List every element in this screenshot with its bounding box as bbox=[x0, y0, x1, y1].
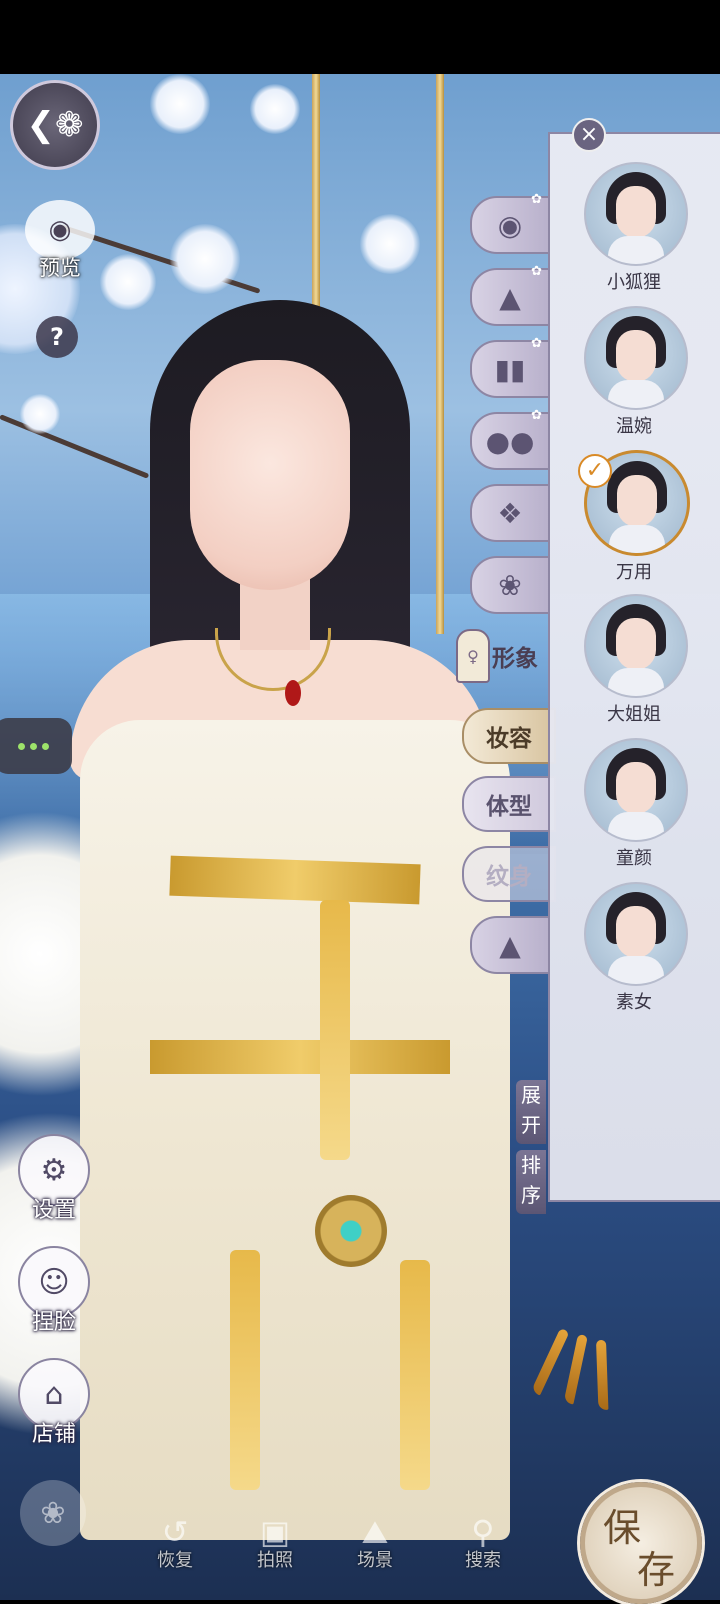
paw-icon: ✿ bbox=[531, 336, 542, 351]
lotus-button[interactable]: ❀ bbox=[20, 1480, 86, 1546]
makeup-tab[interactable]: 妆容 bbox=[462, 708, 556, 764]
camera-icon: ▣ bbox=[259, 1513, 291, 1551]
tattoo-tab[interactable]: 纹身 bbox=[462, 846, 556, 902]
preset-avatar bbox=[584, 594, 688, 698]
butterfly-back-icon: ❮❁ bbox=[26, 105, 84, 145]
sort-button[interactable]: 排序 bbox=[516, 1150, 546, 1214]
preset-name: 童颜 bbox=[616, 848, 652, 869]
bell-accessory-icon: ❖ bbox=[497, 496, 523, 530]
preset-item[interactable]: 大姐姐 bbox=[584, 594, 688, 726]
scene-button[interactable]: ⛰ 场景 bbox=[340, 1514, 410, 1572]
chat-dot bbox=[29, 742, 37, 750]
blossom bbox=[170, 224, 240, 294]
search-label: 搜索 bbox=[465, 1550, 501, 1571]
scene-label: 场景 bbox=[357, 1550, 393, 1571]
settings-button[interactable]: ⚙ 设置 bbox=[18, 1134, 90, 1224]
blossom bbox=[150, 74, 210, 134]
preset-item[interactable]: 素女 bbox=[584, 882, 688, 1014]
preset-name: 小狐狸 bbox=[607, 272, 661, 293]
preset-avatar bbox=[584, 306, 688, 410]
cloak-category-tab[interactable]: ▲ bbox=[470, 916, 550, 974]
eye-icon: ◉ bbox=[25, 200, 95, 260]
arm-icon: ▮▮ bbox=[494, 352, 526, 386]
necklace-gem bbox=[285, 680, 301, 706]
scene-icon: ⛰ bbox=[361, 1513, 389, 1551]
blossom bbox=[360, 214, 420, 274]
back-button[interactable]: ❮❁ bbox=[10, 80, 100, 170]
photo-label: 拍照 bbox=[257, 1550, 293, 1571]
help-button[interactable]: ? bbox=[36, 316, 78, 358]
blossom bbox=[20, 394, 60, 434]
dress-sash bbox=[150, 1040, 450, 1074]
preset-name: 温婉 bbox=[616, 416, 652, 437]
preset-item[interactable]: 温婉 bbox=[584, 306, 688, 438]
preset-avatar bbox=[584, 162, 688, 266]
outfit-category-tab[interactable]: ▲ ✿ bbox=[470, 264, 550, 326]
lotus-icon: ❀ bbox=[40, 1495, 66, 1531]
save-label-char: 保 bbox=[603, 1506, 642, 1550]
save-button[interactable]: 保 存 bbox=[580, 1482, 702, 1604]
shoes-icon: ●● bbox=[485, 424, 535, 458]
expand-button[interactable]: 展开 bbox=[516, 1080, 546, 1144]
restore-label: 恢复 bbox=[157, 1550, 193, 1571]
preset-name: 素女 bbox=[616, 992, 652, 1013]
save-label-char: 存 bbox=[637, 1548, 676, 1592]
face-edit-label: 捏脸 bbox=[31, 1310, 76, 1335]
paw-icon: ✿ bbox=[531, 264, 542, 279]
dress-ribbon bbox=[230, 1250, 260, 1490]
preview-label: 预览 bbox=[39, 256, 81, 280]
chat-dot bbox=[41, 742, 49, 750]
hairstyle-category-tab[interactable]: ◉ ✿ bbox=[470, 192, 550, 254]
blossom bbox=[250, 84, 300, 134]
photo-button[interactable]: ▣ 拍照 bbox=[240, 1514, 310, 1572]
arm-category-tab[interactable]: ▮▮ ✿ bbox=[470, 336, 550, 398]
dress-ribbon bbox=[400, 1260, 430, 1490]
settings-label: 设置 bbox=[31, 1198, 76, 1223]
hairstyle-icon: ◉ bbox=[497, 208, 523, 242]
restore-button[interactable]: ↺ 恢复 bbox=[140, 1514, 210, 1572]
search-icon: ⚲ bbox=[471, 1513, 495, 1551]
search-button[interactable]: ⚲ 搜索 bbox=[448, 1514, 518, 1572]
accessory-category-tab[interactable]: ❖ bbox=[470, 484, 550, 542]
status-bar bbox=[0, 0, 720, 74]
preview-button[interactable]: ◉ 预览 bbox=[20, 200, 100, 290]
chat-dot bbox=[17, 742, 25, 750]
selected-check-icon: ✓ bbox=[578, 454, 612, 488]
shoes-category-tab[interactable]: ●● ✿ bbox=[470, 408, 550, 470]
paw-icon: ✿ bbox=[531, 408, 542, 423]
waist-medallion bbox=[315, 1195, 387, 1267]
body-shape-tab[interactable]: 体型 bbox=[462, 776, 556, 832]
figure-icon: ♀ bbox=[456, 629, 490, 683]
close-panel-button[interactable]: × bbox=[572, 118, 606, 152]
dress-ribbon bbox=[320, 900, 350, 1160]
paw-icon: ✿ bbox=[531, 192, 542, 207]
character-face bbox=[190, 360, 350, 590]
character-dress bbox=[80, 720, 510, 1540]
close-icon: × bbox=[579, 122, 599, 147]
preset-item[interactable]: 童颜 bbox=[584, 738, 688, 870]
golden-pillar bbox=[436, 74, 444, 634]
outfit-icon: ▲ bbox=[499, 280, 521, 314]
face-edit-button[interactable]: ☺ 捏脸 bbox=[18, 1246, 90, 1336]
shop-label: 店铺 bbox=[31, 1422, 76, 1447]
chat-button[interactable] bbox=[0, 718, 72, 774]
preset-avatar bbox=[584, 882, 688, 986]
preset-item[interactable]: 小狐狸 bbox=[584, 162, 688, 294]
hairpin-icon: ❀ bbox=[498, 568, 522, 602]
blossom bbox=[100, 254, 156, 310]
xingxiang-label: 形象 bbox=[492, 645, 538, 672]
hairpin-category-tab[interactable]: ❀ bbox=[470, 556, 550, 614]
preset-name: 万用 bbox=[616, 562, 652, 583]
preset-name: 大姐姐 bbox=[607, 704, 661, 725]
shop-button[interactable]: ⌂ 店铺 bbox=[18, 1358, 90, 1448]
restore-icon: ↺ bbox=[161, 1513, 189, 1551]
xingxiang-tab[interactable]: ♀ 形象 bbox=[456, 628, 556, 684]
cloak-icon: ▲ bbox=[499, 928, 521, 962]
preset-avatar bbox=[584, 738, 688, 842]
